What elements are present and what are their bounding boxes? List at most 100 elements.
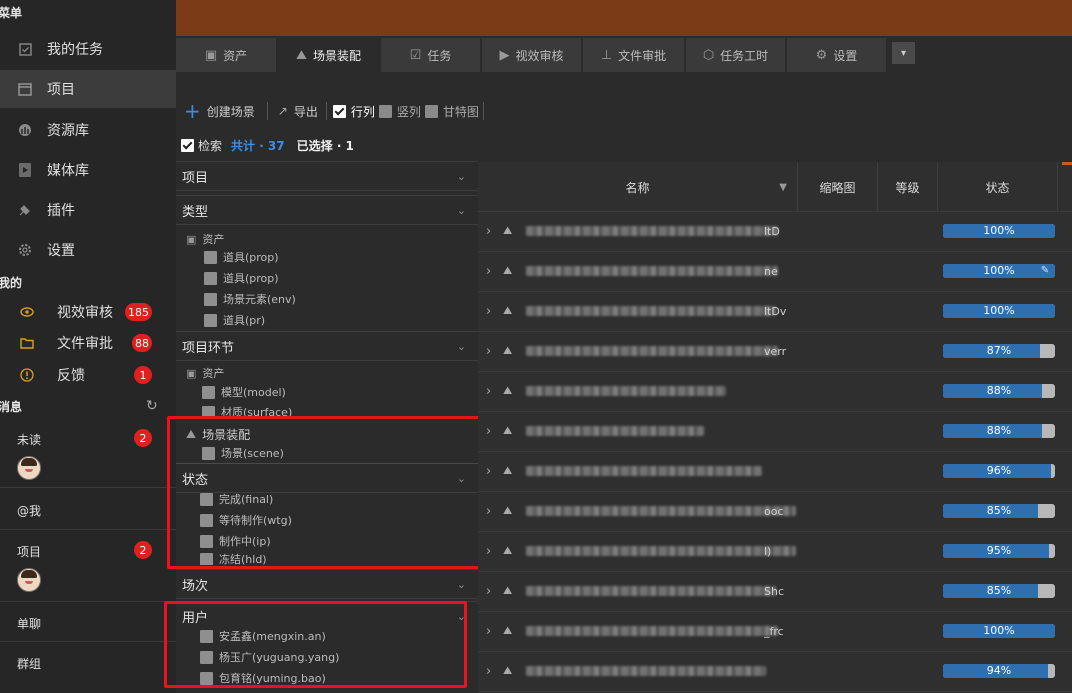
chevron-right-icon[interactable]: › [486, 384, 491, 399]
redacted-name [526, 466, 762, 476]
gantt-checkbox[interactable] [424, 104, 438, 118]
nav-settings[interactable]: 设置 [0, 231, 176, 269]
filter-option[interactable]: 道具(prop) [204, 249, 279, 265]
tab-vfx-review[interactable]: ▶ 视效审核 [482, 38, 581, 72]
name-tail: ne [764, 265, 778, 278]
nav-resource[interactable]: 资源库 [0, 111, 176, 149]
create-scene-button[interactable]: 创建场景 [207, 103, 255, 120]
chevron-right-icon[interactable]: › [486, 624, 491, 639]
filter-shot-header[interactable]: 场次 ⌄ [176, 569, 478, 599]
chevron-right-icon[interactable]: › [486, 224, 491, 239]
table-row[interactable]: › ⛰ _frc 100% [478, 612, 1072, 652]
toolbar: + 创建场景 ↗ 导出 行列 竖列 甘特图 [176, 96, 1072, 126]
redacted-name [526, 626, 778, 636]
mountain-icon: ⛰ [503, 344, 513, 357]
chevron-right-icon[interactable]: › [486, 424, 491, 439]
filter-option[interactable]: 道具(pr) [204, 312, 265, 328]
mountain-icon: ⛰ [503, 384, 513, 397]
table-row[interactable]: › ⛰ 88% [478, 372, 1072, 412]
mountain-icon: ⛰ [503, 504, 513, 517]
tab-settings[interactable]: ⚙ 设置 [787, 38, 886, 72]
chevron-right-icon[interactable]: › [486, 504, 491, 519]
option-label: 模型(model) [221, 386, 286, 399]
filter-option[interactable]: 模型(model) [202, 384, 286, 400]
chevron-right-icon[interactable]: › [486, 544, 491, 559]
table-row[interactable]: › ⛰ ltDv 100% [478, 292, 1072, 332]
table-row[interactable]: › ⛰ 88% [478, 412, 1072, 452]
tab-scene-assembly[interactable]: ⛰ 场景装配 [278, 38, 379, 72]
filter-stage-header[interactable]: 项目环节 ⌄ [176, 331, 478, 361]
name-tail: _frc [764, 625, 784, 638]
option-checkbox[interactable] [202, 385, 215, 399]
gear-icon [18, 243, 32, 257]
column-header-status[interactable]: 状态 [938, 162, 1058, 212]
option-checkbox[interactable] [204, 313, 217, 327]
mine-feedback[interactable]: 反馈 1 [0, 360, 176, 390]
refresh-icon[interactable]: ↻ [146, 398, 158, 414]
search-label: 检索 [198, 139, 223, 153]
avatar [17, 568, 41, 592]
selected-count: 已选择 · 1 [296, 139, 354, 153]
option-checkbox[interactable] [204, 271, 217, 285]
progress-bar: 95% [943, 544, 1055, 558]
progress-label: 100% [983, 224, 1015, 237]
mine-vfx-review[interactable]: 视效审核 185 [0, 297, 176, 327]
asset-icon: ▣ [186, 232, 197, 246]
tab-file-approval[interactable]: ⊥ 文件审批 [583, 38, 684, 72]
export-button[interactable]: 导出 [294, 103, 318, 120]
table-row[interactable]: › ⛰ 96% [478, 452, 1072, 492]
table-row[interactable]: › ⛰ verr 87% [478, 332, 1072, 372]
progress-label: 100% [983, 624, 1015, 637]
chevron-right-icon[interactable]: › [486, 584, 491, 599]
filter-type-header[interactable]: 类型 ⌄ [176, 195, 478, 225]
table-row[interactable]: › ⛰ ltD 100% [478, 212, 1072, 252]
chevron-right-icon[interactable]: › [486, 304, 491, 319]
group-label: 资产 [202, 233, 225, 246]
filter-option[interactable]: 场景元素(env) [204, 291, 296, 307]
table-row[interactable]: › ⛰ ne 100% ✎ [478, 252, 1072, 292]
mountain-icon: ⛰ [296, 47, 307, 63]
tab-tasks[interactable]: ☑ 任务 [381, 38, 480, 72]
msg-unread[interactable]: 未读 2 [0, 418, 176, 488]
tab-assets[interactable]: ▣ 资产 [176, 38, 276, 72]
chevron-right-icon[interactable]: › [486, 664, 491, 679]
chevron-right-icon[interactable]: › [486, 264, 491, 279]
table-row[interactable]: › ⛰ l) 95% [478, 532, 1072, 572]
search-checkbox[interactable] [181, 139, 194, 152]
table-row[interactable]: › ⛰ ooc 85% [478, 492, 1072, 532]
msg-direct[interactable]: 单聊 [0, 602, 176, 642]
chevron-down-icon: ⌄ [456, 169, 466, 183]
search-row: 检索 共计 · 37 已选择 · 1 [181, 137, 354, 154]
nav-my-tasks[interactable]: 我的任务 [0, 30, 176, 68]
column-header-level[interactable]: 等级 [878, 162, 938, 212]
chevron-right-icon[interactable]: › [486, 344, 491, 359]
eye-icon [20, 305, 34, 319]
nav-project[interactable]: 项目 [0, 70, 176, 108]
progress-label: 88% [986, 384, 1012, 397]
table-row[interactable]: › ⛰ 94% [478, 652, 1072, 692]
msg-project[interactable]: 项目 2 [0, 530, 176, 602]
column-header-thumb[interactable]: 缩略图 [798, 162, 878, 212]
option-checkbox[interactable] [204, 250, 217, 264]
filter-project-header[interactable]: 项目 ⌄ [176, 161, 478, 191]
filter-group-asset: ▣ 资产 [186, 231, 224, 247]
table-row[interactable]: › ⛰ Shc 85% [478, 572, 1072, 612]
row-view-checkbox[interactable] [332, 104, 346, 118]
chevron-down-icon[interactable]: ▾ [892, 42, 915, 64]
msg-mentions[interactable]: @我 [0, 488, 176, 530]
chevron-right-icon[interactable]: › [486, 464, 491, 479]
filter-option[interactable]: 道具(prop) [204, 270, 279, 286]
nav-media[interactable]: 媒体库 [0, 151, 176, 189]
option-checkbox[interactable] [204, 292, 217, 306]
sort-down-icon[interactable]: ▼ [779, 182, 787, 193]
nav-plugin[interactable]: 插件 [0, 191, 176, 229]
play-icon [18, 163, 32, 177]
clock-icon: ⬡ [702, 47, 715, 63]
msg-group[interactable]: 群组 [0, 642, 176, 682]
progress-label: 94% [986, 664, 1012, 677]
column-header-name[interactable]: 名称 ▼ [478, 162, 798, 212]
column-view-checkbox[interactable] [378, 104, 392, 118]
tab-task-hours[interactable]: ⬡ 任务工时 [686, 38, 785, 72]
mine-file-approval[interactable]: 文件审批 88 [0, 328, 176, 358]
edit-icon[interactable]: ✎ [1038, 265, 1052, 277]
